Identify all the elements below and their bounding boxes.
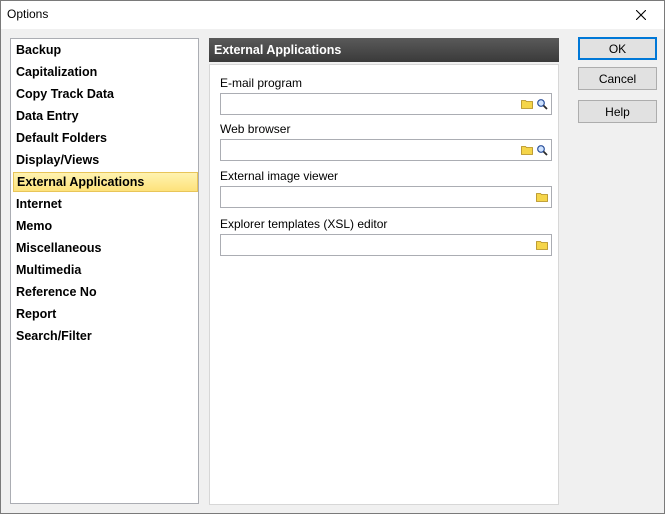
category-item-external-applications[interactable]: External Applications (13, 172, 198, 192)
external-image-viewer-label: External image viewer (220, 169, 339, 183)
folder-icon[interactable] (521, 98, 533, 110)
email-program-field[interactable] (220, 93, 552, 115)
category-item-data-entry[interactable]: Data Entry (13, 106, 198, 126)
folder-icon[interactable] (536, 191, 548, 203)
category-item-memo[interactable]: Memo (13, 216, 198, 236)
search-icon[interactable] (536, 98, 548, 110)
options-dialog: Options Backup Capitalization Copy Track… (0, 0, 665, 514)
close-icon (636, 10, 646, 20)
category-item-search-filter[interactable]: Search/Filter (13, 326, 198, 346)
search-icon[interactable] (536, 144, 548, 156)
web-browser-field[interactable] (220, 139, 552, 161)
category-item-display-views[interactable]: Display/Views (13, 150, 198, 170)
category-item-copy-track-data[interactable]: Copy Track Data (13, 84, 198, 104)
window-title: Options (7, 7, 49, 21)
xsl-editor-label: Explorer templates (XSL) editor (220, 217, 388, 231)
settings-panel: External Applications E-mail program Web… (209, 38, 559, 505)
external-image-viewer-field[interactable] (220, 186, 552, 208)
category-item-backup[interactable]: Backup (13, 40, 198, 60)
category-item-reference-no[interactable]: Reference No (13, 282, 198, 302)
cancel-button[interactable]: Cancel (578, 67, 657, 90)
ok-button[interactable]: OK (578, 37, 657, 60)
email-program-label: E-mail program (220, 76, 303, 90)
xsl-editor-field[interactable] (220, 234, 552, 256)
category-item-multimedia[interactable]: Multimedia (13, 260, 198, 280)
category-item-internet[interactable]: Internet (13, 194, 198, 214)
category-list[interactable]: Backup Capitalization Copy Track Data Da… (10, 38, 199, 504)
help-button[interactable]: Help (578, 100, 657, 123)
web-browser-label: Web browser (220, 122, 291, 136)
category-item-default-folders[interactable]: Default Folders (13, 128, 198, 148)
close-button[interactable] (618, 1, 664, 29)
panel-title: External Applications (209, 38, 559, 62)
category-item-miscellaneous[interactable]: Miscellaneous (13, 238, 198, 258)
category-item-report[interactable]: Report (13, 304, 198, 324)
category-item-capitalization[interactable]: Capitalization (13, 62, 198, 82)
title-bar: Options (1, 1, 664, 29)
folder-icon[interactable] (521, 144, 533, 156)
folder-icon[interactable] (536, 239, 548, 251)
panel-body: E-mail program Web browser External imag… (209, 64, 559, 505)
